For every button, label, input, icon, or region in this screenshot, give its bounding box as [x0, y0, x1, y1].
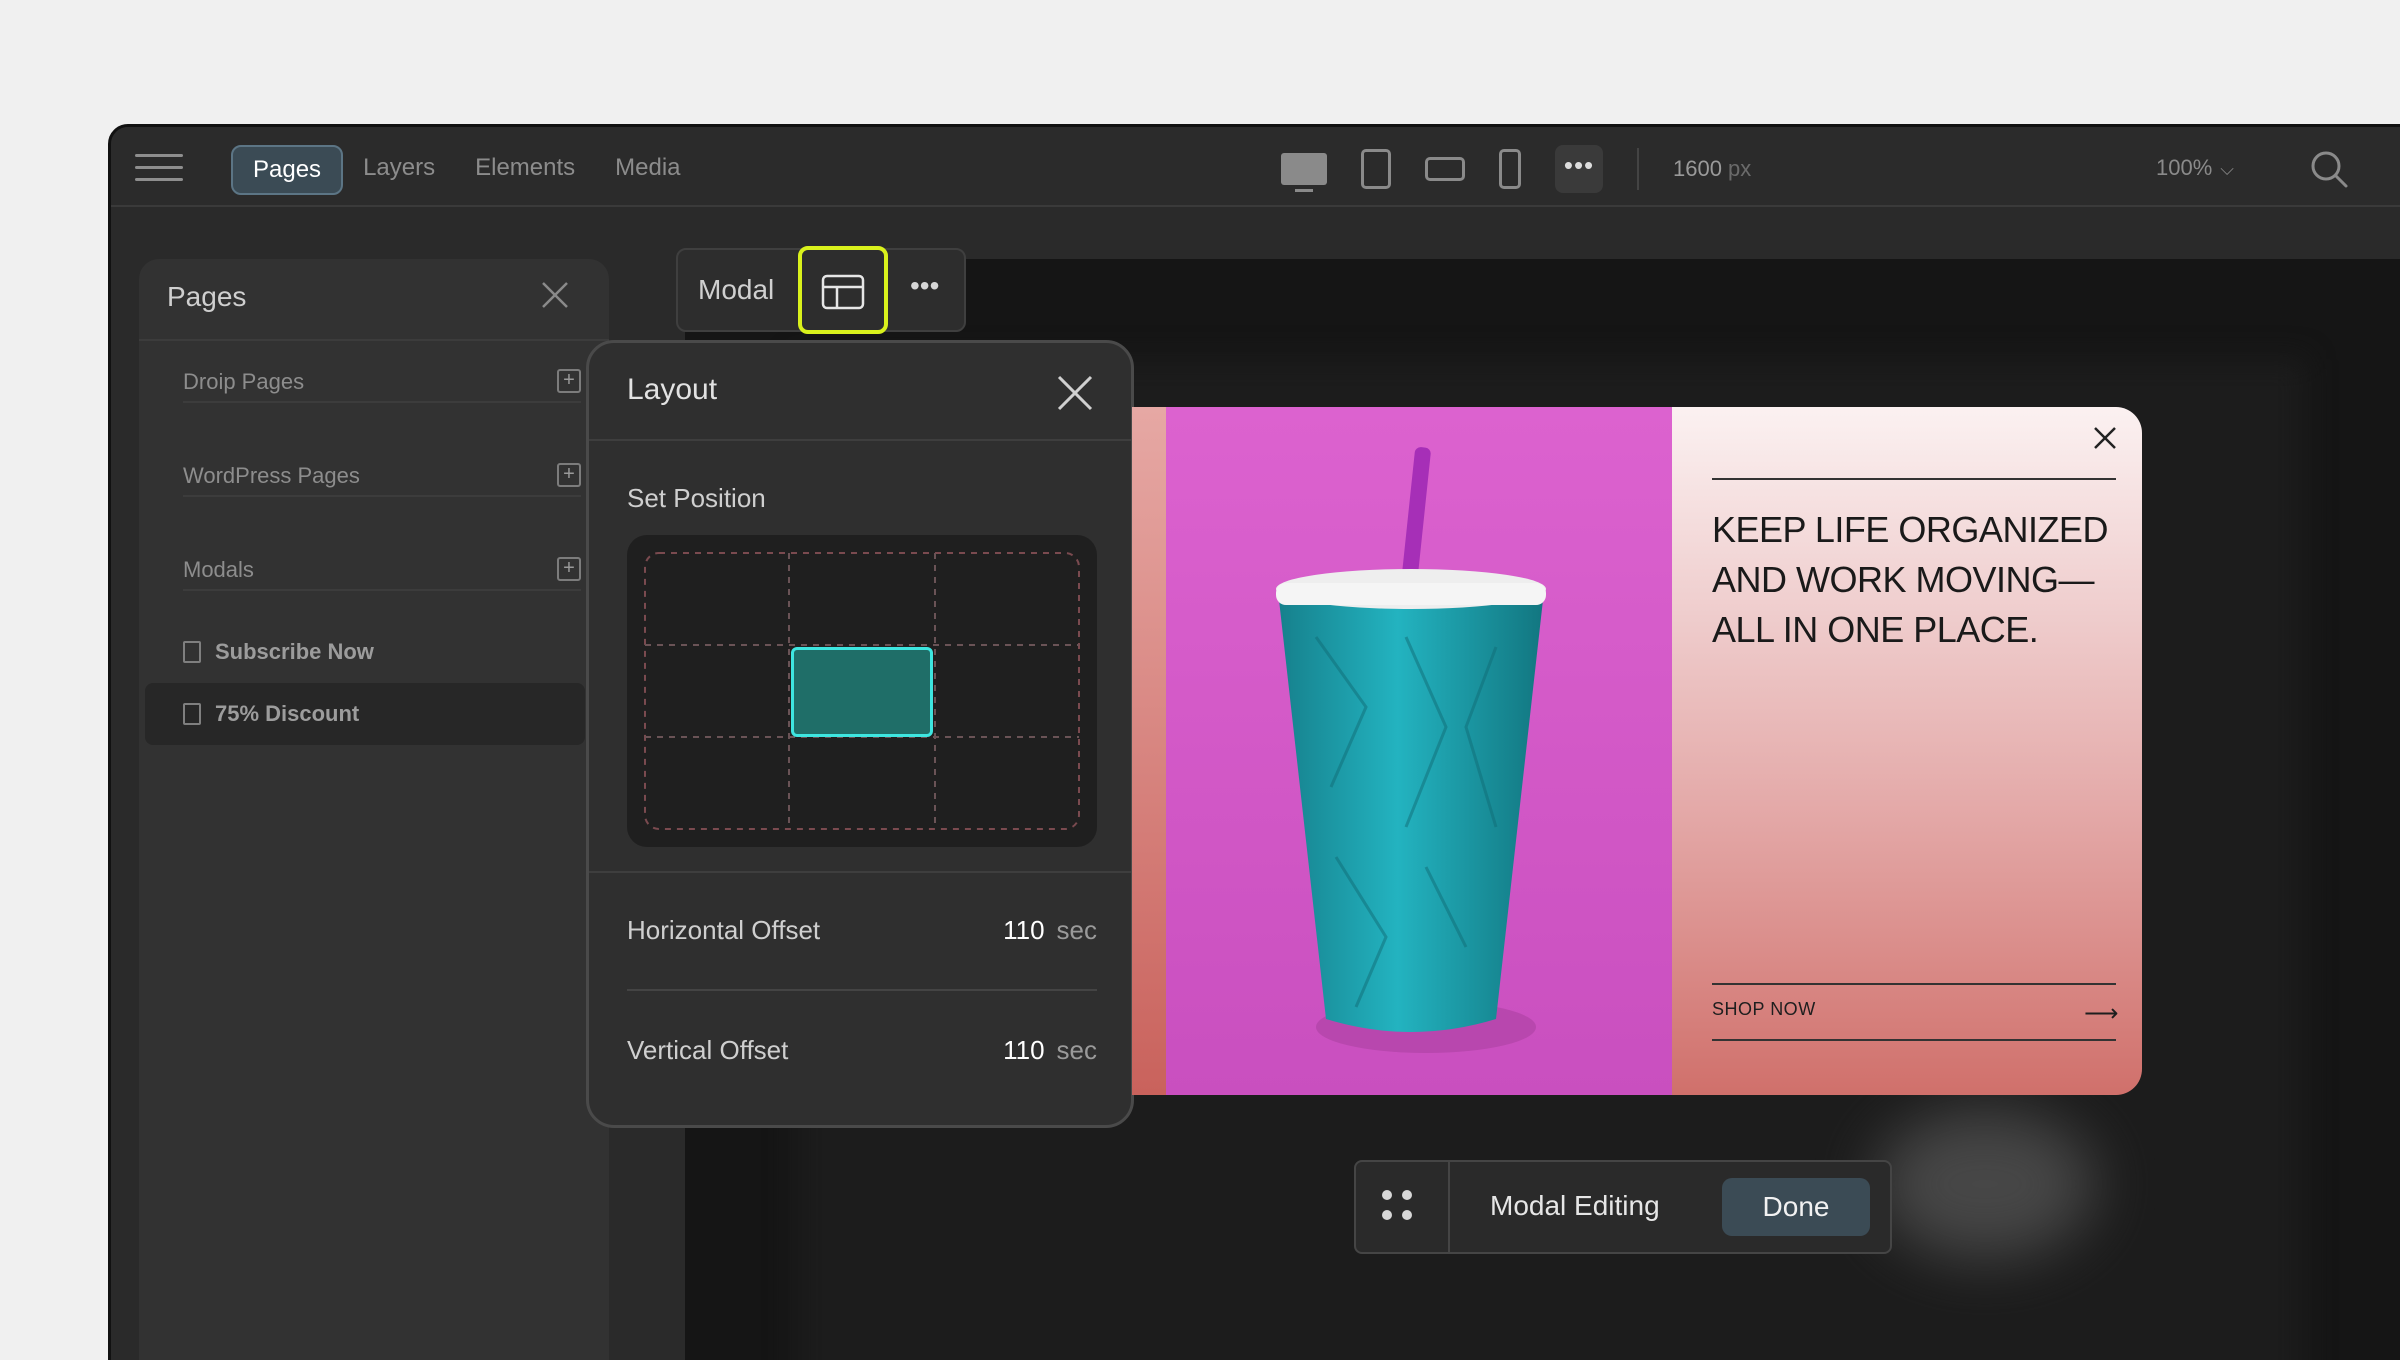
tab-media[interactable]: Media	[595, 145, 700, 195]
section-modals[interactable]: Modals +	[183, 557, 581, 591]
add-page-icon[interactable]: +	[557, 463, 581, 487]
position-cell-top-center[interactable]	[789, 553, 935, 645]
layout-popover: Layout Set Position Horizontal Offset 11…	[586, 340, 1134, 1128]
horizontal-offset-row: Horizontal Offset 110 sec	[627, 915, 1097, 946]
modal-label: Modal	[698, 274, 775, 305]
tablet-icon	[1361, 149, 1391, 189]
hamburger-menu-icon[interactable]	[135, 154, 183, 182]
divider	[1712, 983, 2116, 985]
phone-device-button[interactable]	[1499, 146, 1521, 192]
tablet-device-button[interactable]	[1361, 146, 1391, 192]
section-droip-pages[interactable]: Droip Pages +	[183, 369, 581, 403]
divider	[1712, 1039, 2116, 1041]
modal-item-label: Subscribe Now	[215, 639, 374, 664]
close-icon[interactable]	[2092, 425, 2118, 451]
modal-item-75-discount[interactable]: 75% Discount	[145, 683, 585, 745]
more-options-button[interactable]: •••	[910, 270, 939, 302]
add-page-icon[interactable]: +	[557, 369, 581, 393]
horizontal-offset-value: 110	[1003, 915, 1045, 945]
document-icon	[183, 703, 201, 725]
section-label: Modals	[183, 557, 254, 582]
vertical-offset-field[interactable]: 110 sec	[1003, 1035, 1097, 1066]
panel-tabs: Pages Layers Elements Media	[231, 145, 701, 195]
section-label: Droip Pages	[183, 369, 305, 394]
horizontal-offset-label: Horizontal Offset	[627, 915, 821, 945]
divider	[1712, 478, 2116, 480]
modal-item-subscribe-now[interactable]: Subscribe Now	[145, 621, 585, 683]
vertical-offset-label: Vertical Offset	[627, 1035, 789, 1065]
phone-icon	[1499, 149, 1521, 189]
close-icon[interactable]	[1055, 373, 1095, 413]
modal-element-toolbar: Modal •••	[676, 246, 966, 334]
modal-item-label: 75% Discount	[215, 701, 360, 726]
modal-content: KEEP LIFE ORGANIZED AND WORK MOVING—ALL …	[1672, 407, 2142, 1095]
position-cell-top-right[interactable]	[935, 553, 1079, 645]
chevron-down-icon: ⌵	[2220, 159, 2234, 179]
vertical-offset-unit: sec	[1056, 1035, 1097, 1065]
set-position-label: Set Position	[627, 483, 766, 513]
canvas-width-value: 1600	[1673, 156, 1722, 181]
modal-headline: KEEP LIFE ORGANIZED AND WORK MOVING—ALL …	[1712, 509, 2108, 650]
search-icon[interactable]	[2309, 149, 2349, 189]
tab-elements[interactable]: Elements	[455, 145, 595, 195]
zoom-select[interactable]: 100% ⌵	[2156, 155, 2234, 181]
position-cell-middle-right[interactable]	[935, 645, 1079, 737]
popover-title: Layout	[627, 373, 718, 406]
modal-preview[interactable]: KEEP LIFE ORGANIZED AND WORK MOVING—ALL …	[1132, 407, 2142, 1095]
horizontal-offset-unit: sec	[1056, 915, 1097, 945]
divider	[627, 989, 1097, 991]
modal-left-strip	[1132, 407, 1166, 1095]
done-button[interactable]: Done	[1722, 1178, 1870, 1236]
document-icon	[183, 641, 201, 663]
canvas-width-readout[interactable]: 1600 px	[1673, 156, 1751, 182]
close-icon[interactable]	[539, 279, 571, 311]
add-modal-icon[interactable]: +	[557, 557, 581, 581]
layout-icon	[821, 274, 865, 310]
vertical-offset-value: 110	[1003, 1035, 1045, 1065]
arrow-right-icon[interactable]: ⟶	[2084, 999, 2118, 1028]
product-image	[1166, 407, 1672, 1095]
position-cell-center-selected[interactable]	[791, 647, 933, 737]
modal-editing-label: Modal Editing	[1490, 1190, 1660, 1221]
shop-now-link[interactable]: SHOP NOW	[1712, 999, 1816, 1020]
desktop-icon	[1281, 153, 1327, 192]
drag-handle-icon[interactable]	[1356, 1162, 1450, 1252]
zoom-value: 100%	[2156, 155, 2213, 180]
more-devices-button[interactable]: •••	[1555, 145, 1603, 193]
position-cell-middle-left[interactable]	[645, 645, 789, 737]
tablet-landscape-icon	[1425, 157, 1465, 181]
section-wordpress-pages[interactable]: WordPress Pages +	[183, 463, 581, 497]
position-cell-top-left[interactable]	[645, 553, 789, 645]
position-grid	[627, 535, 1097, 847]
canvas-width-unit: px	[1727, 156, 1752, 181]
top-toolbar: Pages Layers Elements Media ••• 1600 px 1…	[111, 127, 2400, 207]
divider	[139, 339, 609, 341]
pages-panel-title: Pages	[167, 281, 247, 312]
device-switcher: ••• 1600 px	[1281, 145, 1751, 193]
tab-layers[interactable]: Layers	[343, 145, 455, 195]
tab-pages[interactable]: Pages	[231, 145, 344, 195]
canvas-backdrop-object	[1875, 1109, 2095, 1259]
divider	[1637, 148, 1639, 190]
divider	[589, 439, 1131, 441]
modal-editing-bar: Modal Editing Done	[1354, 1160, 1892, 1254]
layout-settings-button[interactable]	[798, 246, 888, 334]
section-label: WordPress Pages	[183, 463, 360, 488]
position-cell-bottom-center[interactable]	[789, 737, 935, 829]
vertical-offset-row: Vertical Offset 110 sec	[627, 1035, 1097, 1066]
position-cell-bottom-right[interactable]	[935, 737, 1079, 829]
tablet-landscape-device-button[interactable]	[1425, 146, 1465, 192]
desktop-device-button[interactable]	[1281, 146, 1327, 192]
cup-illustration	[1166, 407, 1672, 1095]
horizontal-offset-field[interactable]: 110 sec	[1003, 915, 1097, 946]
position-cell-bottom-left[interactable]	[645, 737, 789, 829]
pages-panel: Pages Droip Pages + WordPress Pages + Mo…	[139, 259, 609, 1360]
divider	[589, 871, 1131, 873]
